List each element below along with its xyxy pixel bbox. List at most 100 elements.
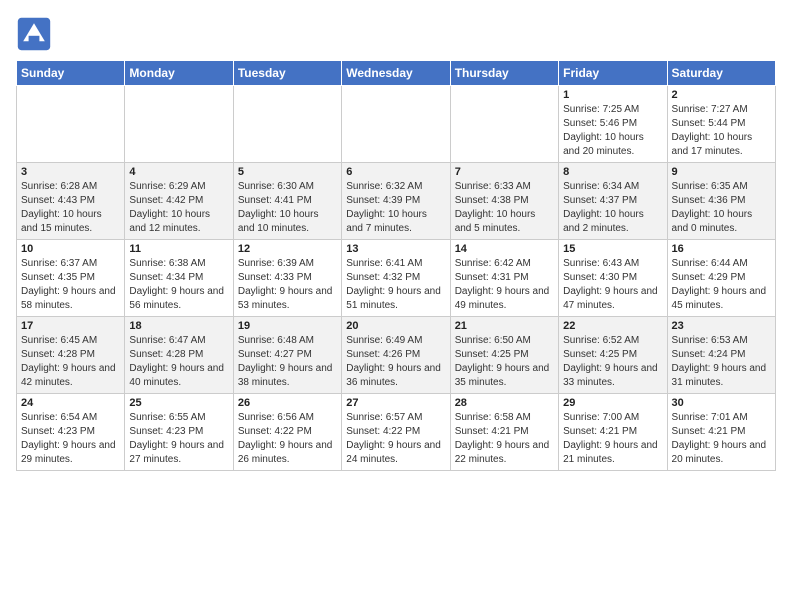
calendar-day-cell: 7 Sunrise: 6:33 AM Sunset: 4:38 PM Daylig… (450, 163, 558, 240)
calendar-table: SundayMondayTuesdayWednesdayThursdayFrid… (16, 60, 776, 471)
calendar-day-cell: 26Sunrise: 6:56 AM Sunset: 4:22 PM Dayli… (233, 394, 341, 471)
day-number: 17 (21, 320, 120, 332)
calendar-day-cell: 4Sunrise: 6:29 AM Sunset: 4:42 PM Daylig… (125, 163, 233, 240)
day-number: 10 (21, 243, 120, 255)
page-header (16, 16, 776, 52)
calendar-day-cell: 24 Sunrise: 6:54 AM Sunset: 4:23 PM Dayli… (17, 394, 125, 471)
calendar-week-row: 3Sunrise: 6:28 AM Sunset: 4:43 PM Daylig… (17, 163, 776, 240)
day-info: Sunrise: 6:33 AM Sunset: 4:38 PM Dayligh… (455, 180, 554, 236)
day-info: Sunrise: 6:37 AM Sunset: 4:35 PM Dayligh… (21, 257, 120, 313)
calendar-day-cell: 23 Sunrise: 6:53 AM Sunset: 4:24 PM Dayli… (667, 317, 775, 394)
day-info: Sunrise: 6:50 AM Sunset: 4:25 PM Dayligh… (455, 334, 554, 390)
weekday-header: Friday (559, 61, 667, 86)
day-info: Sunrise: 6:38 AM Sunset: 4:34 PM Dayligh… (129, 257, 228, 313)
calendar-day-cell: 16 Sunrise: 6:44 AM Sunset: 4:29 PM Dayli… (667, 240, 775, 317)
weekday-header: Saturday (667, 61, 775, 86)
calendar-day-cell: 27 Sunrise: 6:57 AM Sunset: 4:22 PM Dayli… (342, 394, 450, 471)
day-number: 28 (455, 397, 554, 409)
calendar-week-row: 10 Sunrise: 6:37 AM Sunset: 4:35 PM Dayli… (17, 240, 776, 317)
calendar-day-cell: 22 Sunrise: 6:52 AM Sunset: 4:25 PM Dayli… (559, 317, 667, 394)
day-info: Sunrise: 6:28 AM Sunset: 4:43 PM Dayligh… (21, 180, 120, 236)
day-info: Sunrise: 6:53 AM Sunset: 4:24 PM Dayligh… (672, 334, 771, 390)
day-info: Sunrise: 6:30 AM Sunset: 4:41 PM Dayligh… (238, 180, 337, 236)
day-info: Sunrise: 6:34 AM Sunset: 4:37 PM Dayligh… (563, 180, 662, 236)
day-info: Sunrise: 7:25 AM Sunset: 5:46 PM Dayligh… (563, 103, 662, 159)
day-number: 27 (346, 397, 445, 409)
day-info: Sunrise: 6:39 AM Sunset: 4:33 PM Dayligh… (238, 257, 337, 313)
day-number: 30 (672, 397, 771, 409)
day-info: Sunrise: 6:57 AM Sunset: 4:22 PM Dayligh… (346, 411, 445, 467)
day-info: Sunrise: 6:44 AM Sunset: 4:29 PM Dayligh… (672, 257, 771, 313)
day-number: 21 (455, 320, 554, 332)
day-info: Sunrise: 6:55 AM Sunset: 4:23 PM Dayligh… (129, 411, 228, 467)
day-info: Sunrise: 6:42 AM Sunset: 4:31 PM Dayligh… (455, 257, 554, 313)
calendar-day-cell: 8 Sunrise: 6:34 AM Sunset: 4:37 PM Daylig… (559, 163, 667, 240)
day-number: 9 (672, 166, 771, 178)
weekday-header: Monday (125, 61, 233, 86)
calendar-day-cell: 9 Sunrise: 6:35 AM Sunset: 4:36 PM Daylig… (667, 163, 775, 240)
calendar-day-cell (17, 86, 125, 163)
day-number: 2 (672, 89, 771, 101)
day-number: 13 (346, 243, 445, 255)
calendar-week-row: 1 Sunrise: 7:25 AM Sunset: 5:46 PM Daylig… (17, 86, 776, 163)
calendar-day-cell: 13 Sunrise: 6:41 AM Sunset: 4:32 PM Dayli… (342, 240, 450, 317)
day-number: 5 (238, 166, 337, 178)
calendar-day-cell: 14 Sunrise: 6:42 AM Sunset: 4:31 PM Dayli… (450, 240, 558, 317)
day-number: 16 (672, 243, 771, 255)
weekday-header: Tuesday (233, 61, 341, 86)
day-number: 14 (455, 243, 554, 255)
logo-icon (16, 16, 52, 52)
calendar-day-cell: 12 Sunrise: 6:39 AM Sunset: 4:33 PM Dayli… (233, 240, 341, 317)
day-info: Sunrise: 6:43 AM Sunset: 4:30 PM Dayligh… (563, 257, 662, 313)
calendar-week-row: 24 Sunrise: 6:54 AM Sunset: 4:23 PM Dayli… (17, 394, 776, 471)
day-info: Sunrise: 6:49 AM Sunset: 4:26 PM Dayligh… (346, 334, 445, 390)
day-number: 4 (129, 166, 228, 178)
day-info: Sunrise: 6:41 AM Sunset: 4:32 PM Dayligh… (346, 257, 445, 313)
calendar-week-row: 17 Sunrise: 6:45 AM Sunset: 4:28 PM Dayli… (17, 317, 776, 394)
day-number: 8 (563, 166, 662, 178)
day-number: 12 (238, 243, 337, 255)
day-number: 11 (129, 243, 228, 255)
day-info: Sunrise: 6:32 AM Sunset: 4:39 PM Dayligh… (346, 180, 445, 236)
calendar-day-cell: 25 Sunrise: 6:55 AM Sunset: 4:23 PM Dayli… (125, 394, 233, 471)
calendar-day-cell: 28 Sunrise: 6:58 AM Sunset: 4:21 PM Dayli… (450, 394, 558, 471)
calendar-day-cell (342, 86, 450, 163)
calendar-day-cell: 1 Sunrise: 7:25 AM Sunset: 5:46 PM Daylig… (559, 86, 667, 163)
weekday-header: Thursday (450, 61, 558, 86)
day-number: 20 (346, 320, 445, 332)
day-number: 18 (129, 320, 228, 332)
calendar-day-cell: 5 Sunrise: 6:30 AM Sunset: 4:41 PM Daylig… (233, 163, 341, 240)
calendar-day-cell (125, 86, 233, 163)
day-info: Sunrise: 7:00 AM Sunset: 4:21 PM Dayligh… (563, 411, 662, 467)
day-info: Sunrise: 6:35 AM Sunset: 4:36 PM Dayligh… (672, 180, 771, 236)
day-info: Sunrise: 6:56 AM Sunset: 4:22 PM Dayligh… (238, 411, 337, 467)
logo (16, 16, 56, 52)
day-number: 1 (563, 89, 662, 101)
day-number: 15 (563, 243, 662, 255)
calendar-day-cell: 18Sunrise: 6:47 AM Sunset: 4:28 PM Dayli… (125, 317, 233, 394)
day-info: Sunrise: 6:48 AM Sunset: 4:27 PM Dayligh… (238, 334, 337, 390)
calendar-header-row: SundayMondayTuesdayWednesdayThursdayFrid… (17, 61, 776, 86)
calendar-day-cell: 20 Sunrise: 6:49 AM Sunset: 4:26 PM Dayli… (342, 317, 450, 394)
calendar-day-cell: 15 Sunrise: 6:43 AM Sunset: 4:30 PM Dayli… (559, 240, 667, 317)
day-info: Sunrise: 6:45 AM Sunset: 4:28 PM Dayligh… (21, 334, 120, 390)
calendar-day-cell: 29Sunrise: 7:00 AM Sunset: 4:21 PM Dayli… (559, 394, 667, 471)
calendar-day-cell: 3Sunrise: 6:28 AM Sunset: 4:43 PM Daylig… (17, 163, 125, 240)
day-number: 23 (672, 320, 771, 332)
day-info: Sunrise: 7:27 AM Sunset: 5:44 PM Dayligh… (672, 103, 771, 159)
calendar-day-cell: 21 Sunrise: 6:50 AM Sunset: 4:25 PM Dayli… (450, 317, 558, 394)
day-number: 22 (563, 320, 662, 332)
day-number: 19 (238, 320, 337, 332)
day-info: Sunrise: 7:01 AM Sunset: 4:21 PM Dayligh… (672, 411, 771, 467)
day-info: Sunrise: 6:52 AM Sunset: 4:25 PM Dayligh… (563, 334, 662, 390)
calendar-day-cell (450, 86, 558, 163)
day-number: 7 (455, 166, 554, 178)
day-number: 24 (21, 397, 120, 409)
weekday-header: Sunday (17, 61, 125, 86)
calendar-day-cell (233, 86, 341, 163)
calendar-day-cell: 30 Sunrise: 7:01 AM Sunset: 4:21 PM Dayli… (667, 394, 775, 471)
day-number: 25 (129, 397, 228, 409)
day-info: Sunrise: 6:54 AM Sunset: 4:23 PM Dayligh… (21, 411, 120, 467)
day-info: Sunrise: 6:58 AM Sunset: 4:21 PM Dayligh… (455, 411, 554, 467)
calendar-day-cell: 17 Sunrise: 6:45 AM Sunset: 4:28 PM Dayli… (17, 317, 125, 394)
